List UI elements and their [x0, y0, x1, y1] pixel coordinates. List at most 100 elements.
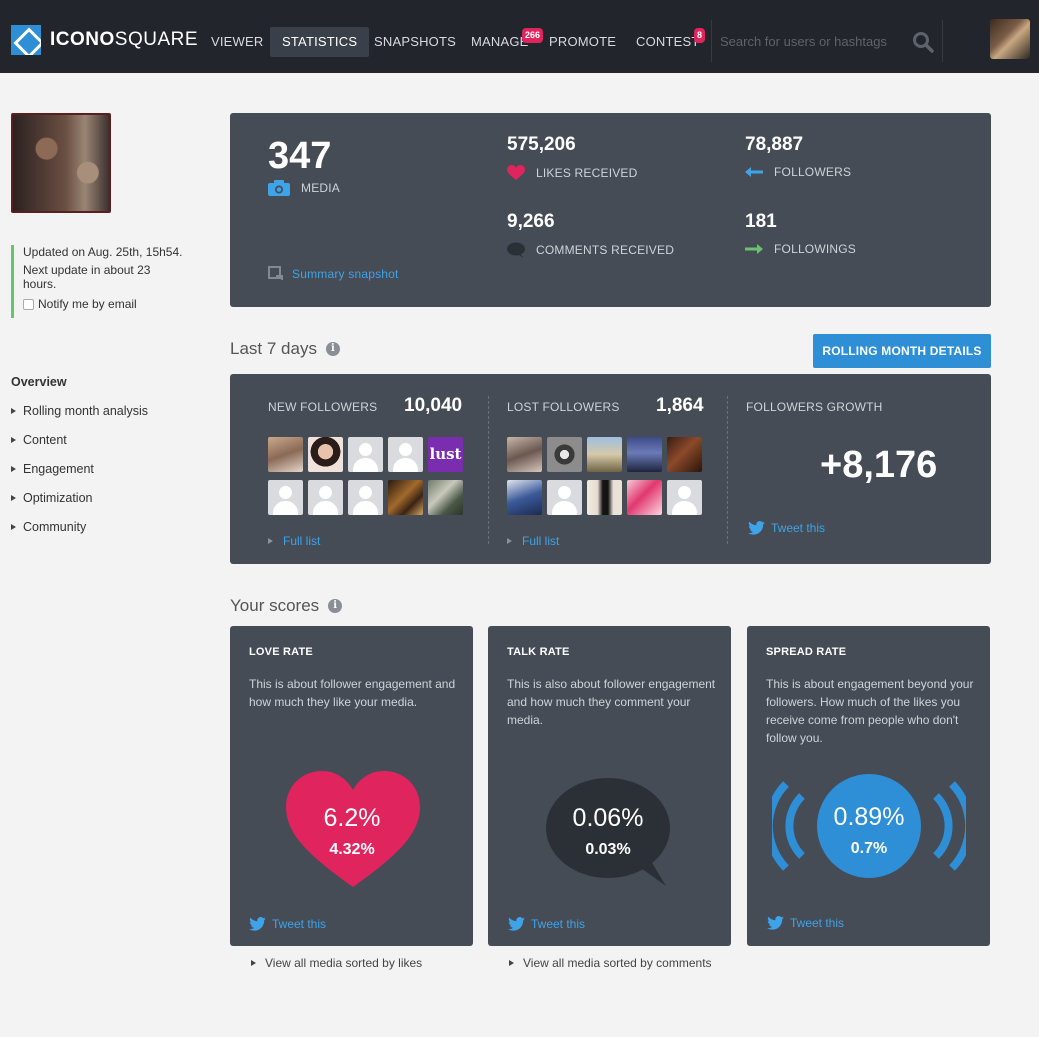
- new-followers-full-list-link[interactable]: Full list: [268, 534, 320, 548]
- tweet-label[interactable]: Tweet this: [531, 917, 585, 931]
- followings-label-row: FOLLOWINGS: [745, 242, 856, 256]
- summary-stats-card: 347 MEDIA 575,206 LIKES RECEIVED 78,887 …: [230, 113, 991, 307]
- comments-label: COMMENTS RECEIVED: [536, 243, 675, 257]
- arrow-right-icon: [11, 494, 16, 501]
- arrow-right-icon: [507, 538, 512, 544]
- follower-avatar[interactable]: [627, 480, 662, 515]
- default-avatar-icon[interactable]: [547, 480, 582, 515]
- nav-statistics[interactable]: STATISTICS: [270, 27, 370, 57]
- new-followers-count: 10,040: [404, 395, 463, 416]
- iconosquare-logo[interactable]: ICONOSQUARE: [11, 25, 198, 55]
- your-scores-heading: Your scores i: [230, 596, 343, 616]
- heart-icon: [507, 165, 525, 180]
- tweet-love-rate-link[interactable]: Tweet this: [249, 917, 326, 931]
- full-list-label[interactable]: Full list: [283, 534, 320, 548]
- column-divider: [727, 396, 728, 544]
- profile-photo: [11, 113, 111, 213]
- spread-rate-card: SPREAD RATE This is about engagement bey…: [747, 626, 990, 946]
- tweet-spread-rate-link[interactable]: Tweet this: [767, 916, 844, 930]
- follower-avatar[interactable]: lust: [428, 437, 463, 472]
- tweet-talk-rate-link[interactable]: Tweet this: [508, 917, 585, 931]
- view-media-by-comments-link[interactable]: View all media sorted by comments: [509, 956, 712, 970]
- follower-avatar[interactable]: [627, 437, 662, 472]
- default-avatar-icon[interactable]: [388, 437, 423, 472]
- snapshot-icon: [268, 266, 283, 280]
- sidebar-item-overview[interactable]: Overview: [11, 367, 148, 396]
- follower-avatar[interactable]: [507, 480, 542, 515]
- love-rate-card: LOVE RATE This is about follower engagem…: [230, 626, 473, 946]
- summary-snapshot-link[interactable]: Summary snapshot: [268, 266, 399, 281]
- love-rate-value: 6.2%: [323, 804, 381, 832]
- followers-growth-label: FOLLOWERS GROWTH: [746, 400, 883, 414]
- last-7-days-heading: Last 7 days i: [230, 339, 340, 359]
- view-all-label[interactable]: View all media sorted by comments: [523, 956, 712, 970]
- sidebar-item-community[interactable]: Community: [11, 512, 148, 541]
- sidebar-item-optimization[interactable]: Optimization: [11, 483, 148, 512]
- follower-avatar[interactable]: [308, 437, 343, 472]
- follower-avatar[interactable]: [587, 480, 622, 515]
- brand-name: ICONOSQUARE: [50, 29, 199, 50]
- info-icon[interactable]: i: [328, 599, 343, 613]
- search-icon[interactable]: [912, 31, 934, 53]
- tweet-label[interactable]: Tweet this: [771, 521, 825, 535]
- arrow-right-icon: [11, 465, 16, 472]
- default-avatar-icon[interactable]: [268, 480, 303, 515]
- follower-avatar[interactable]: [428, 480, 463, 515]
- rolling-month-details-button[interactable]: ROLLING MONTH DETAILS: [813, 334, 991, 368]
- notify-email-option[interactable]: Notify me by email: [23, 297, 201, 311]
- new-followers-grid: lust: [268, 437, 463, 515]
- nav-manage[interactable]: MANAGE: [471, 27, 529, 57]
- default-avatar-icon[interactable]: [667, 480, 702, 515]
- sidebar-item-label: Content: [23, 432, 67, 447]
- media-count: 347: [268, 135, 332, 177]
- twitter-bird-icon: [748, 521, 765, 535]
- sidebar-item-rolling-month[interactable]: Rolling month analysis: [11, 396, 148, 425]
- summary-snapshot-label[interactable]: Summary snapshot: [292, 267, 399, 281]
- follower-avatar[interactable]: [547, 437, 582, 472]
- nav-contest[interactable]: CONTEST: [636, 27, 700, 57]
- contest-badge: 8: [694, 28, 706, 43]
- follower-avatar[interactable]: [587, 437, 622, 472]
- avatar-logo-text: lust: [429, 445, 462, 463]
- arrow-right-icon: [11, 407, 16, 414]
- default-avatar-icon[interactable]: [348, 437, 383, 472]
- sidebar-item-engagement[interactable]: Engagement: [11, 454, 148, 483]
- sidebar-item-label: Optimization: [23, 490, 93, 505]
- arrow-right-icon: [11, 436, 16, 443]
- comment-bubble-icon: [507, 242, 525, 258]
- tweet-label[interactable]: Tweet this: [272, 917, 326, 931]
- view-media-by-likes-link[interactable]: View all media sorted by likes: [251, 956, 422, 970]
- notify-checkbox[interactable]: [23, 298, 34, 310]
- logo-icon: [11, 25, 41, 55]
- sidebar-item-content[interactable]: Content: [11, 425, 148, 454]
- followings-label: FOLLOWINGS: [774, 242, 857, 256]
- tweet-growth-link[interactable]: Tweet this: [748, 521, 825, 535]
- lost-followers-full-list-link[interactable]: Full list: [507, 534, 559, 548]
- info-icon[interactable]: i: [325, 342, 340, 356]
- view-all-label[interactable]: View all media sorted by likes: [265, 956, 422, 970]
- followers-growth-value: +8,176: [820, 444, 938, 486]
- nav-promote[interactable]: PROMOTE: [549, 27, 616, 57]
- user-avatar[interactable]: [990, 19, 1030, 59]
- column-divider: [488, 396, 489, 544]
- followings-count: 181: [745, 211, 777, 232]
- notify-label: Notify me by email: [38, 297, 137, 311]
- default-avatar-icon[interactable]: [348, 480, 383, 515]
- follower-avatar[interactable]: [388, 480, 423, 515]
- full-list-label[interactable]: Full list: [522, 534, 559, 548]
- score-title: SPREAD RATE: [766, 646, 847, 658]
- likes-count: 575,206: [507, 134, 576, 155]
- next-update-text: Next update in about 23: [23, 263, 151, 277]
- tweet-label[interactable]: Tweet this: [790, 916, 844, 930]
- follower-avatar[interactable]: [507, 437, 542, 472]
- nav-viewer[interactable]: VIEWER: [211, 27, 263, 57]
- nav-snapshots[interactable]: SNAPSHOTS: [374, 27, 456, 57]
- default-avatar-icon[interactable]: [308, 480, 343, 515]
- follower-avatar[interactable]: [667, 437, 702, 472]
- search-input[interactable]: [720, 31, 900, 51]
- talk-bubble-shape: [546, 778, 670, 886]
- score-title: LOVE RATE: [249, 646, 313, 658]
- arrow-right-icon: [11, 523, 16, 530]
- followers-label-row: FOLLOWERS: [745, 165, 851, 179]
- follower-avatar[interactable]: [268, 437, 303, 472]
